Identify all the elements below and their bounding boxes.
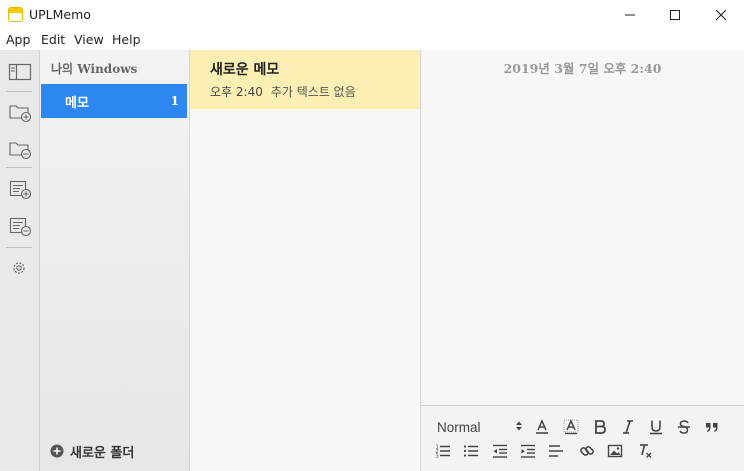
- add-note-button[interactable]: [8, 178, 32, 200]
- indent-button[interactable]: [517, 441, 539, 461]
- note-date: 2019년 3월 7일 오후 2:40: [503, 61, 662, 76]
- image-icon: [607, 444, 623, 458]
- maximize-icon: [670, 10, 680, 20]
- note-list-item[interactable]: 새로운 메모 오후 2:40 추가 텍스트 없음: [190, 50, 420, 109]
- format-toolbar: Normal 123: [421, 405, 744, 471]
- highlight-color-icon: [563, 419, 579, 435]
- indent-icon: [521, 444, 535, 458]
- highlight-button[interactable]: [560, 417, 582, 437]
- sidebar-toggle-button[interactable]: [8, 61, 32, 83]
- bold-button[interactable]: [589, 417, 611, 437]
- menu-bar: App Edit View Help: [0, 30, 744, 50]
- blockquote-button[interactable]: [701, 417, 723, 437]
- align-button[interactable]: [545, 441, 567, 461]
- menu-edit[interactable]: Edit: [41, 32, 65, 47]
- folder-item-count: 1: [170, 94, 179, 108]
- sidebar-toggle-icon: [8, 63, 32, 81]
- tool-rail: [0, 50, 40, 471]
- svg-text:3: 3: [436, 454, 439, 460]
- note-title: 새로운 메모: [210, 62, 280, 78]
- remove-note-button[interactable]: [8, 215, 32, 237]
- add-note-icon: [9, 180, 32, 200]
- menu-view[interactable]: View: [74, 32, 104, 47]
- new-folder-button[interactable]: 새로운 폴더: [50, 442, 135, 461]
- note-editor[interactable]: 2019년 3월 7일 오후 2:40 Normal 123: [421, 50, 744, 471]
- settings-icon: [13, 262, 25, 274]
- folder-item-label: 메모: [65, 96, 89, 111]
- bullet-list-button[interactable]: [460, 441, 482, 461]
- add-folder-button[interactable]: [8, 101, 32, 123]
- link-icon: [580, 446, 594, 456]
- app-logo-icon: [8, 7, 23, 22]
- text-color-icon: [536, 419, 548, 434]
- rail-divider: [6, 167, 32, 168]
- bullet-list-icon: [463, 445, 478, 457]
- new-folder-label: 새로운 폴더: [70, 445, 135, 461]
- close-icon: [715, 9, 727, 21]
- folder-panel: 나의 Windows 메모 1 새로운 폴더: [40, 50, 190, 471]
- close-button[interactable]: [698, 0, 744, 30]
- maximize-button[interactable]: [652, 0, 698, 30]
- folder-group-header: 나의 Windows: [51, 62, 138, 76]
- clear-format-icon: [640, 444, 652, 458]
- add-circle-icon: [50, 444, 64, 458]
- text-style-select[interactable]: Normal: [437, 417, 523, 437]
- rail-divider: [6, 247, 32, 248]
- clear-format-button[interactable]: [634, 441, 656, 461]
- window-title: UPLMemo: [29, 7, 91, 22]
- text-color-button[interactable]: [531, 417, 553, 437]
- note-list: 새로운 메모 오후 2:40 추가 텍스트 없음: [190, 50, 421, 471]
- blockquote-icon: [706, 423, 718, 432]
- settings-button[interactable]: [8, 257, 32, 279]
- menu-help[interactable]: Help: [112, 32, 141, 47]
- remove-folder-button[interactable]: [8, 138, 32, 160]
- folder-item-memo[interactable]: 메모 1: [41, 84, 187, 118]
- note-time: 오후 2:40: [210, 85, 263, 99]
- select-arrows-icon: [516, 421, 522, 431]
- remove-note-icon: [9, 217, 32, 237]
- rail-divider: [6, 91, 32, 92]
- strikethrough-icon: [678, 420, 690, 434]
- bold-icon: [595, 420, 606, 434]
- outdent-icon: [493, 444, 507, 458]
- minimize-icon: [625, 14, 635, 16]
- link-button[interactable]: [576, 441, 598, 461]
- title-bar: UPLMemo: [0, 0, 744, 30]
- italic-button[interactable]: [617, 417, 639, 437]
- image-button[interactable]: [604, 441, 626, 461]
- minimize-button[interactable]: [607, 0, 653, 30]
- underline-button[interactable]: [645, 417, 667, 437]
- text-style-value: Normal: [437, 419, 481, 435]
- remove-folder-icon: [9, 142, 32, 160]
- note-meta: 오후 2:40 추가 텍스트 없음: [210, 83, 356, 100]
- strikethrough-button[interactable]: [673, 417, 695, 437]
- align-icon: [549, 445, 563, 457]
- add-folder-icon: [9, 105, 32, 123]
- underline-icon: [650, 420, 662, 435]
- ordered-list-button[interactable]: 123: [432, 441, 454, 461]
- menu-app[interactable]: App: [6, 32, 30, 47]
- italic-icon: [623, 420, 633, 434]
- outdent-button[interactable]: [489, 441, 511, 461]
- note-preview: 추가 텍스트 없음: [270, 85, 356, 99]
- ordered-list-icon: 123: [436, 445, 450, 460]
